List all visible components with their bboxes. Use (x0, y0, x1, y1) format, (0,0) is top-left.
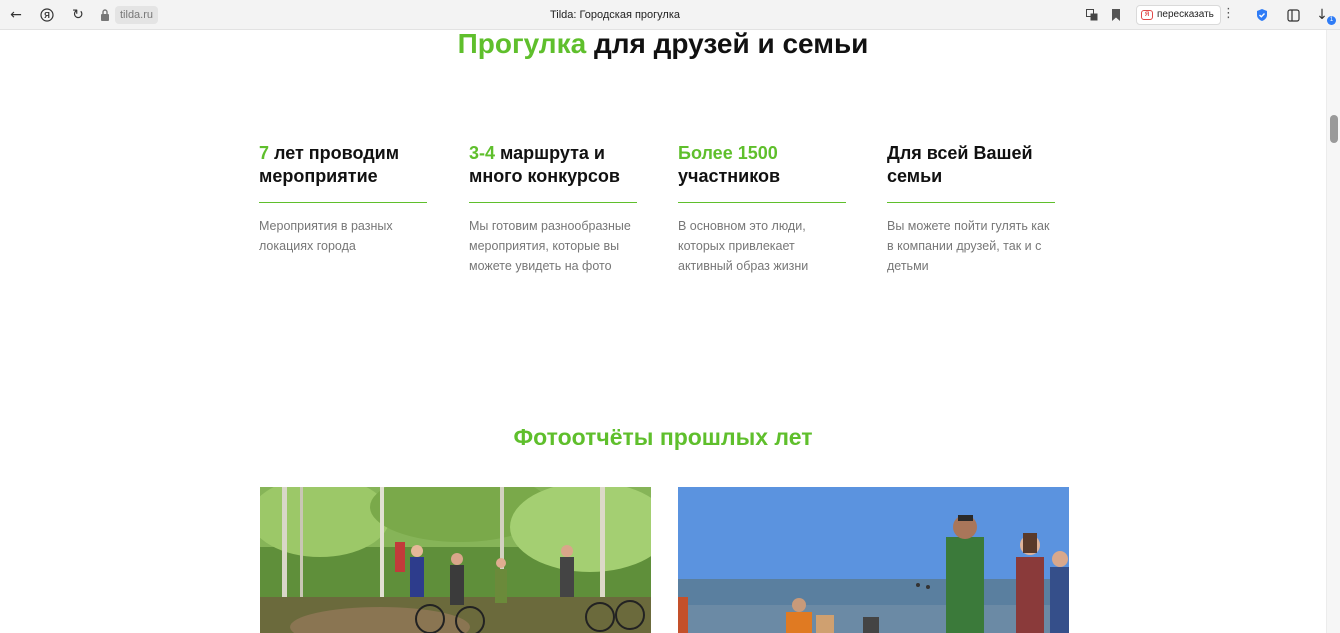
feature-heading-accent: 3-4 (469, 143, 496, 163)
retell-label: пересказать (1157, 9, 1214, 20)
tab-title: Tilda: Городская прогулка (549, 9, 681, 21)
hero-title: Прогулка для друзей и семьи (0, 28, 1326, 60)
feature-card: Для всей Вашей семьи Вы можете пойти гул… (887, 142, 1055, 276)
collections-icon[interactable] (1283, 5, 1303, 25)
lock-icon (101, 9, 109, 21)
retell-button[interactable]: Я пересказать (1136, 5, 1221, 25)
feature-description: Мы готовим разнообразные мероприятия, ко… (469, 219, 631, 273)
feature-heading-rest: участников (678, 166, 781, 186)
feature-heading: 7 лет проводим мероприятие (259, 142, 427, 188)
reload-icon[interactable]: ↻ (68, 5, 88, 25)
gallery-title: Фотоотчёты прошлых лет (513, 424, 813, 450)
svg-text:Я: Я (44, 11, 50, 20)
address-host[interactable]: tilda.ru (115, 6, 159, 24)
feature-description: Мероприятия в разных локациях города (259, 219, 393, 253)
feature-card: Более 1500 участников В основном это люд… (678, 142, 846, 276)
feature-heading-accent: Более 1500 (678, 143, 778, 163)
photo-beach-group[interactable] (678, 487, 1069, 633)
retell-icon: Я (1141, 10, 1153, 20)
feature-heading-accent: 7 (259, 143, 270, 163)
photo-forest-bike-ride[interactable] (260, 487, 651, 633)
hero-title-accent: Прогулка (457, 28, 587, 59)
feature-divider (469, 202, 637, 203)
feature-heading: Более 1500 участников (678, 142, 846, 188)
scrollbar-thumb[interactable] (1330, 115, 1338, 143)
feature-card: 3-4 маршрута и много конкурсов Мы готови… (469, 142, 637, 276)
feature-card: 7 лет проводим мероприятие Мероприятия в… (259, 142, 427, 256)
feature-heading-rest: Для всей Вашей семьи (887, 143, 1033, 186)
yandex-logo-icon[interactable]: Я (37, 5, 57, 25)
feature-description: Вы можете пойти гулять как в компании др… (887, 219, 1050, 273)
downloads-badge: 1 (1327, 16, 1336, 25)
feature-heading: Для всей Вашей семьи (887, 142, 1055, 188)
feature-divider (678, 202, 846, 203)
feature-heading: 3-4 маршрута и много конкурсов (469, 142, 637, 188)
page-scrollbar[interactable] (1326, 30, 1340, 633)
feature-description: В основном это люди, которых привлекает … (678, 219, 809, 273)
feature-heading-rest: лет проводим мероприятие (259, 143, 400, 186)
shield-extension-icon[interactable] (1252, 5, 1272, 25)
more-menu-icon[interactable]: ⋮ (1222, 6, 1235, 21)
back-icon[interactable]: ← (6, 5, 26, 25)
bookmark-icon[interactable] (1106, 5, 1126, 25)
feature-divider (259, 202, 427, 203)
hero-title-rest: для друзей и семьи (586, 28, 869, 59)
browser-toolbar: Tilda: Городская прогулка ← Я ↻ tilda.ru… (0, 0, 1340, 30)
translate-icon[interactable] (1082, 5, 1102, 25)
feature-divider (887, 202, 1055, 203)
